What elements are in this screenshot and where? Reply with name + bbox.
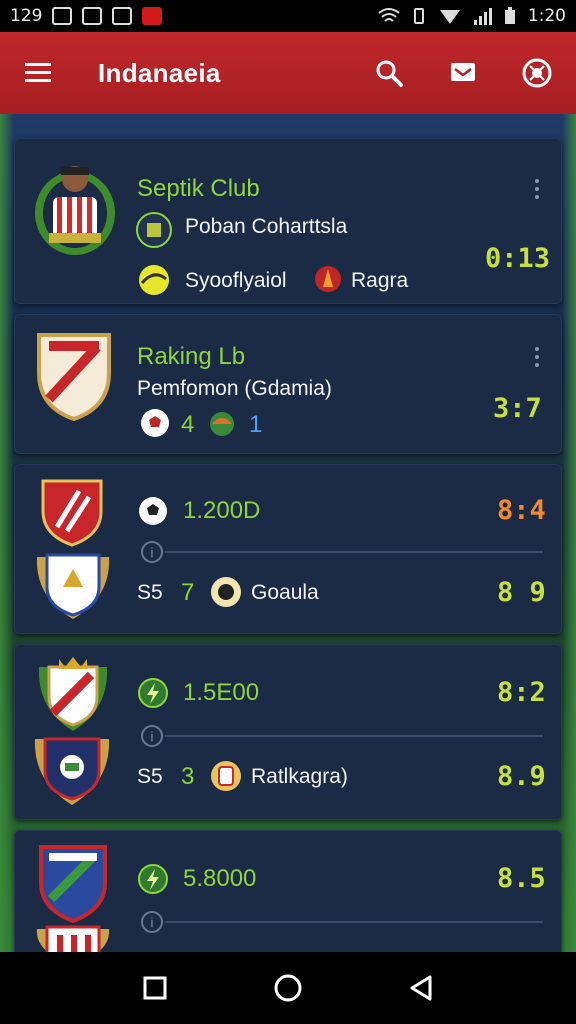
search-icon: [376, 60, 403, 87]
recent-apps-button[interactable]: [142, 975, 168, 1001]
status-time-right: 1:20: [527, 6, 566, 26]
player-crest-icon: [35, 166, 115, 255]
team-name: Goaula: [251, 581, 319, 604]
system-nav-bar: [0, 952, 576, 1024]
item-one-label: Syooflyaiol: [185, 269, 287, 292]
hamburger-menu-icon: [25, 63, 51, 82]
flame-badge-icon: [315, 266, 341, 292]
settings-button[interactable]: [520, 56, 554, 90]
match-card[interactable]: 1.5E00 8:2 i S5 3 Ratlkagra) 8.9: [14, 644, 562, 820]
search-button[interactable]: [372, 56, 406, 90]
divider: [165, 735, 543, 737]
home-crest-icon: [41, 479, 103, 547]
app-title: Indanaeia: [98, 57, 221, 88]
notification-icon: [112, 7, 133, 25]
score-top: 8:2: [497, 677, 546, 708]
ball-settings-icon: [522, 58, 552, 88]
soccer-ball-icon: [139, 497, 167, 525]
count-one: 4: [181, 411, 195, 438]
status-time-left: 129: [10, 6, 43, 26]
info-badge-icon: i: [141, 541, 163, 563]
team-badge-icon: [211, 761, 241, 791]
info-badge-icon: i: [141, 725, 163, 747]
club-crest-icon: [37, 333, 111, 422]
score-bottom: 8.9: [497, 761, 546, 792]
team-name: Ratlkagra): [251, 765, 348, 788]
lightning-badge-icon: [138, 864, 168, 894]
info-badge-icon: i: [141, 911, 163, 933]
status-bar: 129 1:20: [0, 0, 576, 32]
app-notification-icon: [142, 7, 163, 25]
club-name: Raking Lb: [137, 343, 246, 370]
team-badge-icon: [210, 412, 234, 436]
vibrate-icon: [413, 8, 424, 24]
league-badge-icon: [136, 212, 172, 248]
left-code: S5: [137, 581, 163, 604]
away-crest-icon: [34, 737, 110, 805]
club-subtitle: Poban Coharttsla: [185, 215, 348, 238]
ball-icon: [139, 265, 169, 295]
away-crest-icon: [36, 925, 110, 952]
team-ball-icon: [211, 577, 241, 607]
more-options-icon[interactable]: [535, 347, 541, 367]
soccer-ball-icon: [141, 409, 169, 437]
left-num: 3: [181, 763, 195, 790]
left-code: S5: [137, 765, 163, 788]
match-list: Septik Club Poban Coharttsla 0:13 Syoofl…: [0, 114, 576, 952]
score-top: 8:4: [497, 495, 546, 526]
home-button[interactable]: [273, 973, 303, 1003]
left-num: 7: [181, 579, 195, 606]
message-icon: [451, 63, 475, 81]
home-crest-icon: [39, 845, 107, 923]
match-value: 1.200D: [183, 497, 261, 524]
wifi-icon: [378, 8, 400, 22]
item-two-label: Ragra: [351, 269, 409, 292]
divider: [165, 921, 543, 923]
club-score: 3:7: [493, 393, 542, 424]
divider: [165, 551, 543, 553]
match-value: 1.5E00: [183, 679, 260, 706]
count-two: 1: [249, 411, 263, 438]
app-bar: Indanaeia: [0, 32, 576, 114]
more-options-icon[interactable]: [535, 179, 541, 199]
back-button[interactable]: [408, 974, 434, 1002]
club-card[interactable]: Septik Club Poban Coharttsla 0:13 Syoofl…: [14, 138, 562, 304]
home-crest-icon: [38, 657, 108, 731]
signal-icon: [439, 10, 460, 24]
match-card[interactable]: 1.200D 8:4 i S5 7 Goaula 8 9: [14, 464, 562, 634]
match-card[interactable]: 5.8000 8.5 i: [14, 830, 562, 952]
club-subtitle: Pemfomon (Gdamia): [137, 377, 332, 400]
club-name: Septik Club: [137, 175, 260, 202]
club-score: 0:13: [485, 243, 551, 274]
messages-button[interactable]: [446, 56, 480, 90]
battery-icon: [504, 7, 515, 24]
club-card[interactable]: Raking Lb Pemfomon (Gdamia) 4 1 3:7: [14, 314, 562, 454]
away-crest-icon: [36, 553, 110, 619]
menu-button[interactable]: [22, 56, 56, 90]
lightning-badge-icon: [138, 678, 168, 708]
score-top: 8.5: [497, 863, 546, 894]
cell-signal-icon: [473, 7, 492, 25]
score-bottom: 8 9: [497, 577, 546, 608]
notification-icon: [52, 7, 73, 25]
notification-icon: [82, 7, 103, 25]
match-value: 5.8000: [183, 865, 257, 892]
